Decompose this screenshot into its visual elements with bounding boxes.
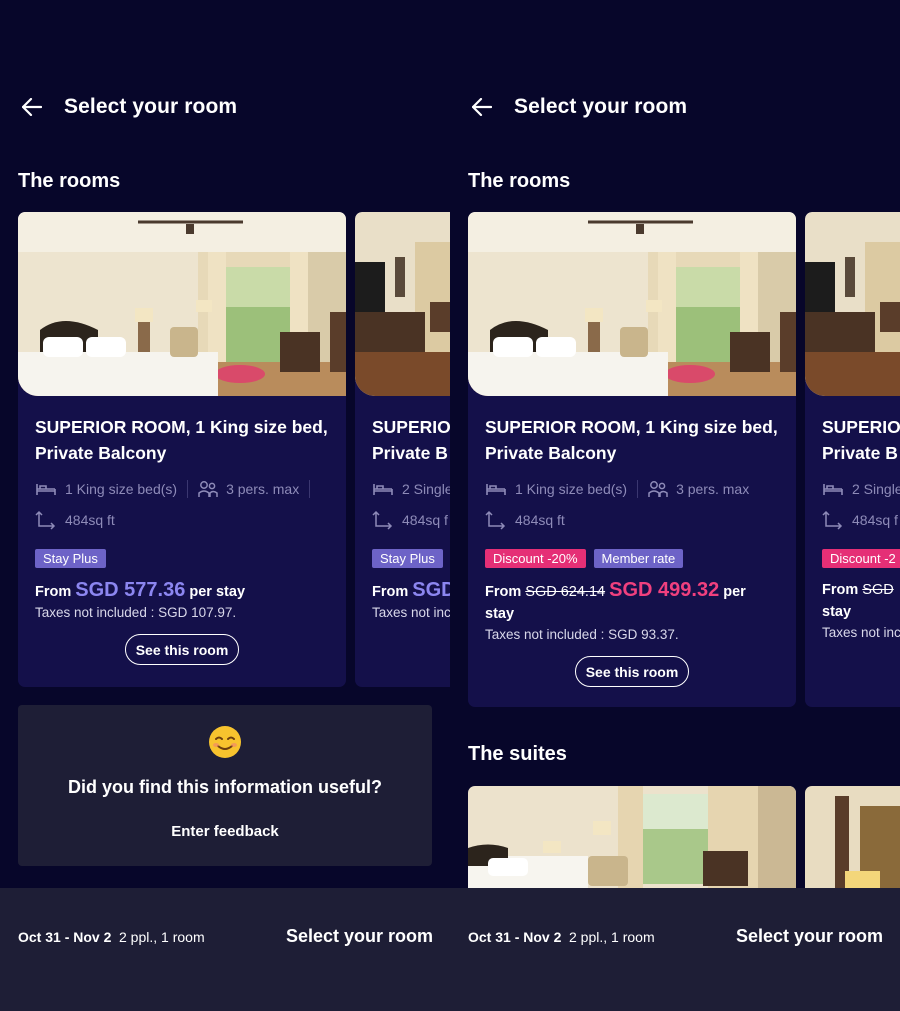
price-line: From SGD 577.36 per stay <box>35 579 246 601</box>
select-room-button[interactable]: Select your room <box>286 926 433 947</box>
room-photo[interactable] <box>468 212 796 396</box>
bed-info-next: 2 Single <box>402 481 450 497</box>
room-features-next: 2 Single 484sq f <box>372 478 450 531</box>
stay-plus-badge: Stay Plus <box>372 549 443 568</box>
room-features-next: 2 Single 484sq f <box>822 478 900 531</box>
bed-info: 1 King size bed(s) <box>65 481 178 497</box>
enter-feedback-link[interactable]: Enter feedback <box>18 823 432 840</box>
room-name-next: SUPERIOR Private B <box>372 417 450 463</box>
price: SGD 577.36 <box>75 579 186 601</box>
bed-icon <box>485 481 507 497</box>
bed-icon <box>822 481 844 497</box>
room-card-next[interactable]: SUPERIOR Private B 2 Single 484sq f <box>355 212 450 687</box>
screen-standard-rate: Select your room The rooms SUPERIOR ROOM… <box>0 0 450 1011</box>
area-info: 484sq ft <box>515 512 565 528</box>
original-price: SGD 624.14 <box>525 584 606 600</box>
area-info-next: 484sq f <box>852 512 898 528</box>
suite-photo[interactable] <box>468 786 796 896</box>
room-features: 1 King size bed(s) 3 pers. max 484sq ft <box>485 478 779 531</box>
taxes-note-next: Taxes not inc <box>822 625 900 640</box>
stay-plus-badge: Stay Plus <box>35 549 106 568</box>
room-name: SUPERIOR ROOM, 1 King size bed, Private … <box>35 417 328 463</box>
header: Select your room <box>20 90 237 124</box>
page-title: Select your room <box>514 95 688 118</box>
taxes-note: Taxes not included : SGD 107.97. <box>35 605 237 620</box>
taxes-note-next: Taxes not inc <box>372 605 450 620</box>
price-line-next: From SGD <box>372 579 450 601</box>
smiling-emoji-icon <box>208 725 242 759</box>
area-icon <box>485 510 507 530</box>
section-title-rooms: The rooms <box>18 170 121 192</box>
bed-icon <box>35 481 57 497</box>
area-icon <box>822 510 844 530</box>
persons-icon <box>198 480 218 498</box>
bed-icon <box>372 481 394 497</box>
feedback-panel: Did you find this information useful? En… <box>18 705 432 866</box>
screen-member-rate: Select your room The rooms SUPERIOR ROOM… <box>450 0 900 1011</box>
member-rate-badge: Member rate <box>593 549 684 568</box>
room-name-next: SUPERIO Private B <box>822 417 900 463</box>
see-this-room-button[interactable]: See this room <box>575 656 689 687</box>
room-card[interactable]: SUPERIOR ROOM, 1 King size bed, Private … <box>18 212 346 687</box>
area-info: 484sq ft <box>65 512 115 528</box>
price-line: From SGD 624.14 SGD 499.32 per stay <box>485 579 746 622</box>
room-card-next[interactable]: SUPERIO Private B 2 Single 484sq f Disco… <box>805 212 900 707</box>
persons-info: 3 pers. max <box>676 481 750 497</box>
guests-rooms[interactable]: 2 ppl., 1 room <box>569 929 655 945</box>
area-icon <box>35 510 57 530</box>
area-info-next: 484sq f <box>402 512 448 528</box>
room-photo-next[interactable] <box>355 212 450 396</box>
bottom-bar: Oct 31 - Nov 2 2 ppl., 1 room Select you… <box>0 888 450 1011</box>
bed-info-next: 2 Single <box>852 481 900 497</box>
bottom-bar: Oct 31 - Nov 2 2 ppl., 1 room Select you… <box>450 888 900 1011</box>
section-title-suites: The suites <box>468 743 567 765</box>
back-arrow-icon[interactable] <box>20 95 44 119</box>
stay-dates[interactable]: Oct 31 - Nov 2 <box>18 929 111 945</box>
room-name: SUPERIOR ROOM, 1 King size bed, Private … <box>485 417 778 463</box>
area-icon <box>372 510 394 530</box>
suite-photo-next[interactable] <box>805 786 900 896</box>
divider <box>309 480 311 498</box>
divider <box>187 480 189 498</box>
room-photo[interactable] <box>18 212 346 396</box>
divider <box>637 480 639 498</box>
back-arrow-icon[interactable] <box>470 95 494 119</box>
stay-dates[interactable]: Oct 31 - Nov 2 <box>468 929 561 945</box>
room-photo-next[interactable] <box>805 212 900 396</box>
section-title-rooms: The rooms <box>468 170 571 192</box>
taxes-note: Taxes not included : SGD 93.37. <box>485 627 679 642</box>
page-title: Select your room <box>64 95 238 118</box>
discounted-price: SGD 499.32 <box>609 579 720 601</box>
persons-icon <box>648 480 668 498</box>
guests-rooms[interactable]: 2 ppl., 1 room <box>119 929 205 945</box>
discount-badge: Discount -2 <box>822 549 900 568</box>
price-line-next: From SGD stay <box>822 582 894 620</box>
bed-info: 1 King size bed(s) <box>515 481 628 497</box>
feedback-question: Did you find this information useful? <box>68 777 382 797</box>
discount-badge: Discount -20% <box>485 549 586 568</box>
room-card[interactable]: SUPERIOR ROOM, 1 King size bed, Private … <box>468 212 796 707</box>
room-features: 1 King size bed(s) 3 pers. max 484sq ft <box>35 478 329 531</box>
select-room-button[interactable]: Select your room <box>736 926 883 947</box>
header: Select your room <box>470 90 687 124</box>
see-this-room-button[interactable]: See this room <box>125 634 239 665</box>
persons-info: 3 pers. max <box>226 481 300 497</box>
